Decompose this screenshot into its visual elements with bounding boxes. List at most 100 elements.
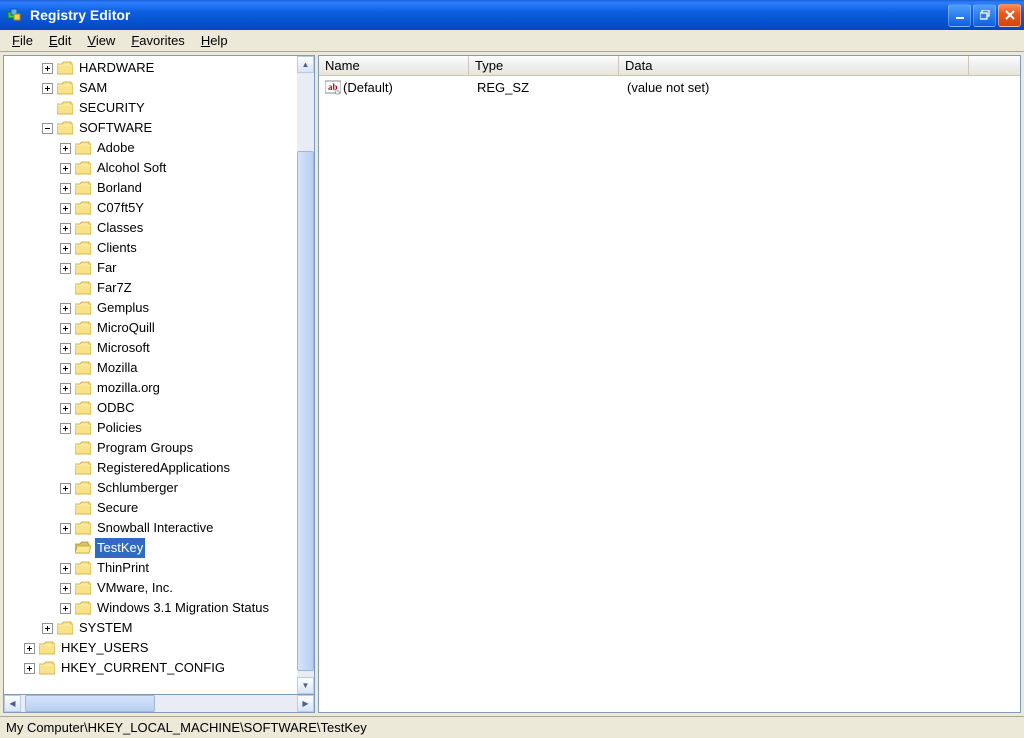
expand-icon[interactable] [60,203,71,214]
tree-item-label[interactable]: Alcohol Soft [95,158,168,178]
tree-item[interactable]: C07ft5Y [6,198,295,218]
expand-icon[interactable] [60,183,71,194]
tree-item-label[interactable]: Far7Z [95,278,134,298]
expand-icon[interactable] [24,643,35,654]
expand-icon[interactable] [60,363,71,374]
tree-item[interactable]: HKEY_CURRENT_CONFIG [6,658,295,678]
expand-icon[interactable] [60,223,71,234]
tree-item-label[interactable]: HKEY_USERS [59,638,150,658]
tree-item[interactable]: SAM [6,78,295,98]
tree-item-label[interactable]: RegisteredApplications [95,458,232,478]
tree-item-label[interactable]: Gemplus [95,298,151,318]
tree-item[interactable]: Far [6,258,295,278]
expand-icon[interactable] [60,383,71,394]
tree-item-label[interactable]: Adobe [95,138,137,158]
window-close-button[interactable] [998,4,1021,27]
expand-icon[interactable] [60,483,71,494]
scroll-right-button[interactable]: ▶ [297,695,314,712]
tree-item[interactable]: mozilla.org [6,378,295,398]
tree-item[interactable]: Microsoft [6,338,295,358]
tree-item-label[interactable]: SOFTWARE [77,118,154,138]
scroll-up-button[interactable]: ▲ [297,56,314,73]
tree-horizontal-scrollbar[interactable]: ◀ ▶ [3,695,315,713]
tree-item-label[interactable]: Schlumberger [95,478,180,498]
tree-item-label[interactable]: SYSTEM [77,618,134,638]
tree-item[interactable]: Program Groups [6,438,295,458]
col-header-name[interactable]: Name [319,56,469,75]
tree-item[interactable]: ODBC [6,398,295,418]
expand-icon[interactable] [60,603,71,614]
tree-item[interactable]: HARDWARE [6,58,295,78]
tree-item[interactable]: Borland [6,178,295,198]
tree-vertical-scrollbar[interactable]: ▲ ▼ [297,56,314,694]
tree-item-label[interactable]: SECURITY [77,98,147,118]
scroll-track[interactable] [297,73,314,677]
scroll-down-button[interactable]: ▼ [297,677,314,694]
tree-item[interactable]: Snowball Interactive [6,518,295,538]
list-view[interactable]: Name Type Data (Default)REG_SZ(value not… [318,55,1021,713]
tree-item-label[interactable]: C07ft5Y [95,198,146,218]
tree-item-label[interactable]: Classes [95,218,145,238]
window-minimize-button[interactable] [948,4,971,27]
tree-item[interactable]: VMware, Inc. [6,578,295,598]
expand-icon[interactable] [60,323,71,334]
expand-icon[interactable] [60,243,71,254]
window-restore-button[interactable] [973,4,996,27]
tree-item-label[interactable]: Far [95,258,119,278]
tree-item[interactable]: Alcohol Soft [6,158,295,178]
expand-icon[interactable] [60,563,71,574]
tree-item[interactable]: MicroQuill [6,318,295,338]
scroll-thumb[interactable] [297,151,314,671]
tree-item[interactable]: Classes [6,218,295,238]
tree-item[interactable]: SOFTWARE [6,118,295,138]
collapse-icon[interactable] [42,123,53,134]
menu-view[interactable]: View [79,31,123,50]
tree-view[interactable]: HARDWARESAMSECURITYSOFTWAREAdobeAlcohol … [3,55,315,695]
menu-edit[interactable]: Edit [41,31,79,50]
tree-item-label[interactable]: Snowball Interactive [95,518,215,538]
tree-item-label[interactable]: Microsoft [95,338,152,358]
col-header-spare[interactable] [969,56,1020,75]
expand-icon[interactable] [60,143,71,154]
tree-item-label[interactable]: Secure [95,498,140,518]
expand-icon[interactable] [42,83,53,94]
col-header-type[interactable]: Type [469,56,619,75]
tree-item[interactable]: TestKey [6,538,295,558]
expand-icon[interactable] [24,663,35,674]
tree-item-label[interactable]: mozilla.org [95,378,162,398]
tree-item-label[interactable]: ThinPrint [95,558,151,578]
tree-item[interactable]: SECURITY [6,98,295,118]
tree-item[interactable]: SYSTEM [6,618,295,638]
scroll-h-thumb[interactable] [25,695,155,712]
tree-item[interactable]: Windows 3.1 Migration Status [6,598,295,618]
tree-item-label[interactable]: HKEY_CURRENT_CONFIG [59,658,227,678]
tree-item-label[interactable]: Mozilla [95,358,139,378]
list-row[interactable]: (Default)REG_SZ(value not set) [321,78,1018,96]
expand-icon[interactable] [42,63,53,74]
tree-item-label[interactable]: Policies [95,418,144,438]
tree-item-label[interactable]: MicroQuill [95,318,157,338]
expand-icon[interactable] [60,583,71,594]
tree-item-label[interactable]: Windows 3.1 Migration Status [95,598,271,618]
tree-item[interactable]: Mozilla [6,358,295,378]
tree-item[interactable]: Adobe [6,138,295,158]
expand-icon[interactable] [60,163,71,174]
tree-item-label[interactable]: Program Groups [95,438,195,458]
tree-item[interactable]: Clients [6,238,295,258]
tree-item[interactable]: Policies [6,418,295,438]
tree-item-label[interactable]: TestKey [95,538,145,558]
expand-icon[interactable] [60,303,71,314]
expand-icon[interactable] [60,263,71,274]
col-header-data[interactable]: Data [619,56,969,75]
tree-item[interactable]: Secure [6,498,295,518]
tree-item[interactable]: RegisteredApplications [6,458,295,478]
expand-icon[interactable] [60,523,71,534]
expand-icon[interactable] [60,343,71,354]
menu-file[interactable]: File [4,31,41,50]
expand-icon[interactable] [42,623,53,634]
tree-item-label[interactable]: Borland [95,178,144,198]
tree-item[interactable]: Gemplus [6,298,295,318]
tree-item-label[interactable]: VMware, Inc. [95,578,175,598]
tree-item[interactable]: Schlumberger [6,478,295,498]
tree-item[interactable]: ThinPrint [6,558,295,578]
